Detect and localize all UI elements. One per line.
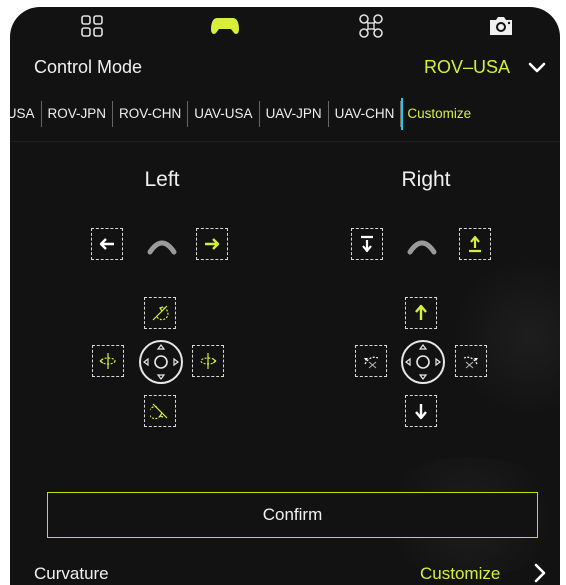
top-tab-bar <box>10 7 560 47</box>
arc-icon <box>147 240 177 255</box>
right-ascend-slot[interactable] <box>459 228 491 260</box>
control-settings-panel: Control Mode ROV–USA V-USA ROV-JPN ROV-C… <box>10 7 560 585</box>
left-left-slot[interactable] <box>92 345 124 377</box>
left-down-slot[interactable] <box>144 395 176 427</box>
yaw-left-icon <box>364 356 379 369</box>
descend-icon <box>361 235 373 253</box>
arrow-up-icon <box>415 304 427 320</box>
chevron-right-icon[interactable] <box>534 563 546 583</box>
arc-icon <box>407 240 437 255</box>
left-arrow-right-slot[interactable] <box>196 228 228 260</box>
device-frame: Control Mode ROV–USA V-USA ROV-JPN ROV-C… <box>0 0 566 585</box>
confirm-button[interactable]: Confirm <box>47 492 538 538</box>
right-stick-title: Right <box>401 168 451 191</box>
tab-v-usa[interactable]: V-USA <box>10 101 42 127</box>
grid-icon[interactable] <box>77 13 107 39</box>
right-up-slot[interactable] <box>405 297 437 329</box>
rotate-ccw-icon <box>152 305 169 321</box>
rotate-left-icon <box>99 353 116 369</box>
right-left-slot[interactable] <box>355 345 387 377</box>
yaw-right-icon <box>463 356 478 369</box>
curvature-value[interactable]: Customize <box>420 564 500 584</box>
drone-icon[interactable] <box>356 13 386 39</box>
curvature-row[interactable]: Curvature Customize <box>10 560 560 585</box>
arrow-left-icon <box>99 238 114 250</box>
tab-rov-jpn[interactable]: ROV-JPN <box>42 101 114 127</box>
arrow-right-icon <box>205 238 220 250</box>
right-down-slot[interactable] <box>405 395 437 427</box>
tab-uav-chn[interactable]: UAV-CHN <box>329 101 402 127</box>
control-mode-value[interactable]: ROV–USA <box>424 57 510 78</box>
right-right-slot[interactable] <box>455 345 487 377</box>
ascend-icon <box>469 235 481 253</box>
rotate-cw-icon <box>150 403 168 420</box>
right-descend-slot[interactable] <box>351 228 383 260</box>
left-stick-title: Left <box>144 168 180 191</box>
curvature-label: Curvature <box>34 564 109 583</box>
arrow-down-icon <box>415 404 427 420</box>
control-mode-label: Control Mode <box>34 57 143 77</box>
tab-customize[interactable]: Customize <box>401 98 476 130</box>
tab-uav-usa[interactable]: UAV-USA <box>188 101 260 127</box>
joystick-icon <box>139 340 183 384</box>
rotate-right-icon <box>200 353 217 369</box>
left-up-slot[interactable] <box>144 297 176 329</box>
mode-tab-strip: V-USA ROV-JPN ROV-CHN UAV-USA UAV-JPN UA… <box>10 98 560 130</box>
divider <box>10 141 560 142</box>
control-mode-row[interactable]: Control Mode ROV–USA <box>10 47 560 87</box>
joystick-icon <box>401 340 445 384</box>
gamepad-icon[interactable] <box>210 13 240 39</box>
background-glow <box>450 257 560 417</box>
chevron-down-icon[interactable] <box>528 62 546 74</box>
tab-uav-jpn[interactable]: UAV-JPN <box>260 101 329 127</box>
left-arrow-left-slot[interactable] <box>91 228 123 260</box>
left-right-slot[interactable] <box>192 345 224 377</box>
camera-icon[interactable] <box>486 13 516 39</box>
tab-rov-chn[interactable]: ROV-CHN <box>113 101 189 127</box>
